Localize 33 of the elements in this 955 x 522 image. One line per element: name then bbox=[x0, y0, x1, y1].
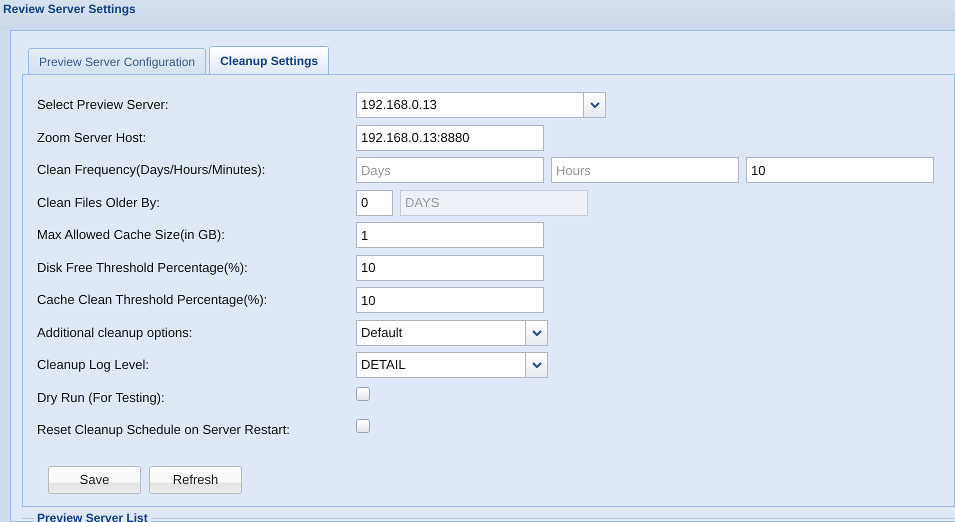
tab[interactable]: Preview Server Configuration bbox=[28, 48, 206, 74]
field-label: Dry Run (For Testing): bbox=[37, 388, 166, 407]
dropdown[interactable]: 192.168.0.13 bbox=[356, 92, 606, 118]
input-field[interactable]: Hours bbox=[551, 157, 739, 183]
dropdown[interactable]: DETAIL bbox=[356, 352, 548, 378]
field-label: Disk Free Threshold Percentage(%): bbox=[37, 258, 249, 277]
checkbox[interactable] bbox=[356, 419, 370, 433]
page-title: Review Server Settings bbox=[3, 2, 136, 16]
input-field[interactable]: 192.168.0.13:8880 bbox=[356, 124, 544, 150]
dropdown[interactable]: Default bbox=[356, 320, 548, 346]
field-label: Max Allowed Cache Size(in GB): bbox=[37, 226, 226, 244]
input-field[interactable]: 10 bbox=[356, 287, 544, 313]
action-button[interactable]: Refresh bbox=[149, 466, 242, 494]
field-label: Select Preview Server: bbox=[37, 96, 170, 114]
section-legend: Preview Server List bbox=[34, 511, 151, 522]
field-label: Clean Frequency(Days/Hours/Minutes): bbox=[37, 161, 266, 179]
field-label: Additional cleanup options: bbox=[37, 324, 194, 342]
field-label: Cache Clean Threshold Percentage(%): bbox=[37, 291, 268, 309]
field-label: Clean Files Older By: bbox=[37, 194, 161, 212]
input-field[interactable]: Days bbox=[356, 157, 544, 183]
field-label: Reset Cleanup Schedule on Server Restart: bbox=[37, 421, 291, 439]
input-field[interactable]: 1 bbox=[356, 222, 544, 248]
chevron-down-icon bbox=[590, 102, 600, 108]
tab[interactable]: Cleanup Settings bbox=[209, 46, 330, 74]
field-label: Zoom Server Host: bbox=[37, 128, 148, 146]
input-field[interactable]: 10 bbox=[746, 157, 934, 183]
checkbox[interactable] bbox=[356, 386, 370, 400]
action-button[interactable]: Save bbox=[48, 466, 141, 494]
input-field[interactable]: 0 bbox=[356, 190, 393, 216]
field-label: Cleanup Log Level: bbox=[37, 356, 150, 374]
chevron-down-icon bbox=[532, 362, 542, 368]
input-field[interactable]: 10 bbox=[356, 254, 544, 280]
chevron-down-icon bbox=[532, 330, 542, 336]
